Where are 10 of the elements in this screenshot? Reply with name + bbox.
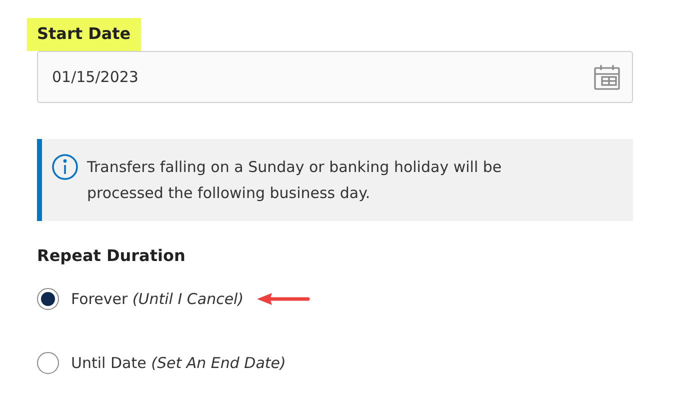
radio-button[interactable] [37,288,59,310]
notice-text: Transfers falling on a Sunday or banking holiday will be processed the following business day. [87,157,503,204]
info-icon [51,153,79,181]
field-label: Start Date [27,18,141,51]
date-field[interactable]: 01/15/2023 [37,51,633,103]
section-heading: Repeat Duration [37,246,186,266]
calendar-icon[interactable] [593,63,621,91]
radio-label[interactable]: Forever (Until I Cancel) [71,290,244,308]
radio-button[interactable] [37,352,59,374]
radio-label[interactable]: Until Date (Set An End Date) [71,354,286,372]
